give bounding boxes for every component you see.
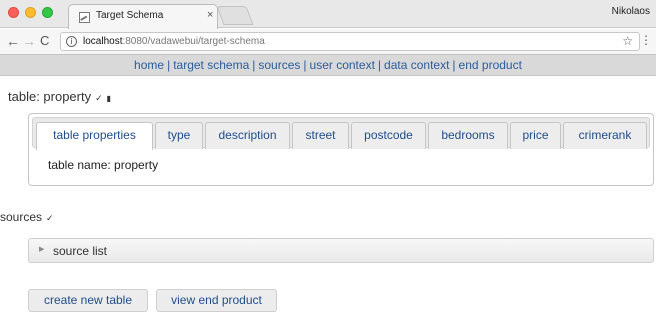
profile-name[interactable]: Nikolaos xyxy=(612,6,650,17)
tab-postcode[interactable]: postcode xyxy=(351,122,426,149)
maximize-window-button[interactable] xyxy=(42,7,53,18)
kebab-menu-icon[interactable]: ⋮ xyxy=(640,33,652,47)
info-icon[interactable]: i xyxy=(66,36,77,47)
favicon-icon xyxy=(79,12,90,23)
create-new-table-button[interactable]: create new table xyxy=(28,289,148,312)
view-end-product-button[interactable]: view end product xyxy=(156,289,277,312)
close-window-button[interactable] xyxy=(8,7,19,18)
nav-link-data-context[interactable]: data context xyxy=(384,58,449,72)
forward-icon[interactable]: → xyxy=(22,33,36,49)
page-title: table: property ✓ ▮ xyxy=(8,89,111,104)
source-list-accordion[interactable]: ▶ source list xyxy=(28,238,654,263)
tab-crimerank[interactable]: crimerank xyxy=(563,122,647,149)
nav-link-sources[interactable]: sources xyxy=(258,58,300,72)
table-tabs-panel: table properties type description street… xyxy=(28,113,654,186)
tab-description[interactable]: description xyxy=(205,122,290,149)
url-text[interactable]: localhost:8080/vadawebui/target-schema xyxy=(83,36,265,47)
tab-price[interactable]: price xyxy=(510,122,561,149)
tab-bedrooms[interactable]: bedrooms xyxy=(428,122,508,149)
site-nav: home | target schema | sources | user context |… xyxy=(0,55,656,76)
nav-link-end-product[interactable]: end product xyxy=(459,58,522,72)
tab-table-properties[interactable]: table properties xyxy=(36,122,153,150)
tabs-bar: table properties type description street… xyxy=(32,117,650,150)
browser-toolbar: ← → C i localhost:8080/vadawebui/target-… xyxy=(0,29,656,55)
nav-link-user-context[interactable]: user context xyxy=(310,58,375,72)
close-tab-icon[interactable]: × xyxy=(207,9,213,21)
back-icon[interactable]: ← xyxy=(6,33,20,49)
tab-type[interactable]: type xyxy=(155,122,203,149)
pencil-icon[interactable]: ✓ xyxy=(46,214,54,224)
new-tab-button[interactable] xyxy=(216,6,254,25)
browser-tab[interactable]: Target Schema × xyxy=(68,4,218,29)
bookmark-star-icon[interactable]: ☆ xyxy=(622,34,633,48)
browser-titlebar: Target Schema × Nikolaos xyxy=(0,0,656,29)
reload-icon[interactable]: C xyxy=(40,33,49,48)
sources-heading-text: sources xyxy=(0,210,43,224)
tab-street[interactable]: street xyxy=(292,122,349,149)
trash-icon[interactable]: ▮ xyxy=(107,94,111,103)
table-name-text: table name: property xyxy=(48,158,159,172)
sources-heading: sources ✓ xyxy=(0,210,54,224)
nav-link-target-schema[interactable]: target schema xyxy=(173,58,249,72)
address-bar[interactable]: i localhost:8080/vadawebui/target-schema… xyxy=(60,32,640,51)
browser-tab-title: Target Schema xyxy=(96,10,164,21)
caret-right-icon: ▶ xyxy=(39,245,45,253)
pencil-icon[interactable]: ✓ xyxy=(95,94,103,104)
source-list-label: source list xyxy=(53,244,108,258)
nav-link-home[interactable]: home xyxy=(134,58,164,72)
minimize-window-button[interactable] xyxy=(25,7,36,18)
page-title-text: table: property xyxy=(8,89,92,104)
